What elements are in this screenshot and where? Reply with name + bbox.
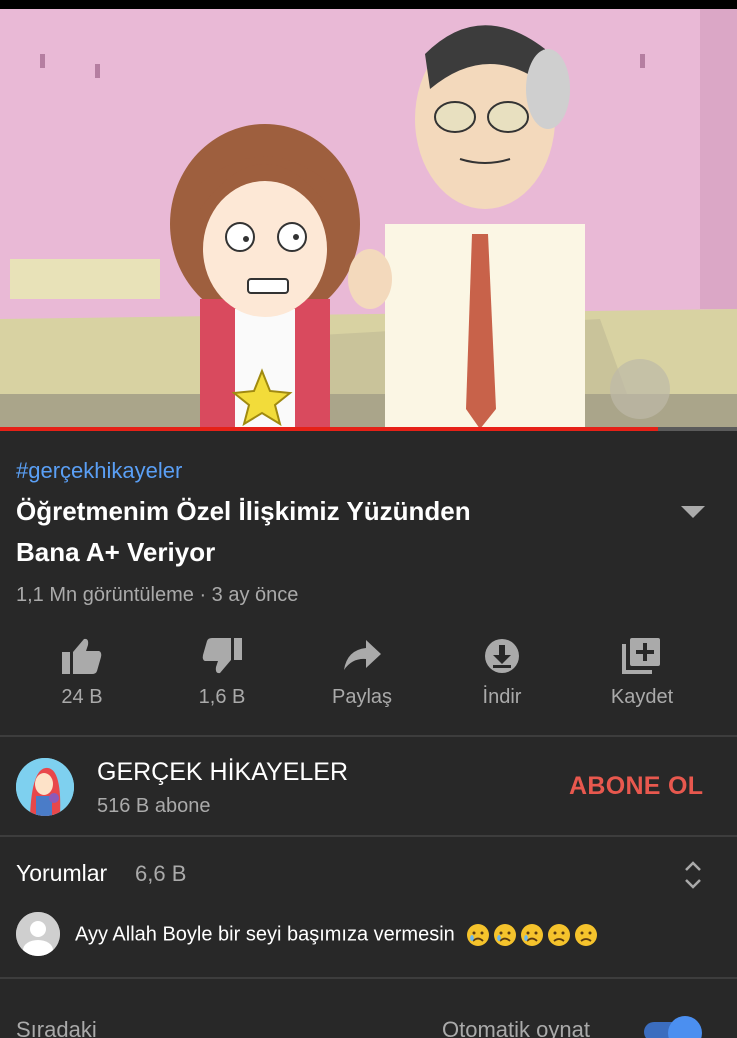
download-button[interactable]: İndir [432, 628, 572, 728]
autoplay-label: Otomatik oynat [442, 1017, 590, 1038]
comments-count: 6,6 B [135, 861, 187, 886]
autoplay-toggle[interactable] [644, 1016, 702, 1038]
frowning-face-icon [575, 924, 598, 946]
divider [0, 977, 737, 979]
emoji-row [466, 923, 598, 947]
divider [0, 835, 737, 837]
share-label: Paylaş [331, 686, 393, 708]
top-comment[interactable]: Ayy Allah Boyle bir seyi başımıza vermes… [75, 923, 598, 947]
share-button[interactable]: Paylaş [292, 628, 432, 728]
expand-collapse-icon[interactable] [681, 858, 705, 892]
commenter-avatar[interactable] [16, 912, 60, 956]
thumbs-up-icon [62, 638, 102, 674]
channel-logo [16, 758, 74, 816]
share-icon [344, 640, 381, 670]
video-title[interactable]: Öğretmenim Özel İlişkimiz Yüzünden Bana … [16, 491, 616, 573]
top-comment-text: Ayy Allah Boyle bir seyi başımıza vermes… [75, 923, 455, 946]
dislike-count: 1,6 B [198, 686, 246, 708]
crying-face-icon [467, 924, 490, 946]
up-next-label: Sıradaki [16, 1017, 97, 1038]
save-label: Kaydet [610, 686, 674, 708]
video-player[interactable] [0, 9, 737, 430]
subscriber-count: 516 B abone [97, 795, 211, 817]
thumbs-down-icon [202, 638, 242, 674]
dislike-button[interactable]: 1,6 B [152, 628, 292, 728]
action-bar: 24 B 1,6 B Paylaş İndir Kaydet [0, 628, 737, 728]
video-progress-bar[interactable] [0, 427, 737, 431]
crying-face-icon [521, 924, 544, 946]
subscribe-button[interactable]: ABONE OL [569, 772, 703, 801]
comments-heading[interactable]: Yorumlar [16, 860, 107, 887]
video-frame [0, 9, 737, 430]
channel-avatar[interactable] [16, 758, 74, 816]
default-user-icon [16, 912, 60, 956]
channel-name[interactable]: GERÇEK HİKAYELER [97, 758, 348, 787]
divider [0, 735, 737, 737]
video-title-line1: Öğretmenim Özel İlişkimiz Yüzünden [16, 496, 471, 526]
autoplay-toggle-knob [668, 1016, 702, 1038]
video-meta: 1,1 Mn görüntüleme · 3 ay önce [16, 584, 299, 606]
top-strip [0, 0, 737, 9]
save-button[interactable]: Kaydet [572, 628, 712, 728]
hashtag-link[interactable]: #gerçekhikayeler [16, 458, 182, 484]
crying-face-icon [494, 924, 517, 946]
watermark-logo [610, 359, 670, 419]
like-count: 24 B [61, 686, 103, 708]
video-progress-fill [0, 427, 659, 431]
video-title-line2: Bana A+ Veriyor [16, 537, 216, 567]
frowning-face-icon [548, 924, 571, 946]
download-icon [485, 639, 519, 673]
download-label: İndir [482, 686, 522, 708]
save-playlist-icon [622, 638, 660, 674]
chevron-down-icon[interactable] [676, 500, 710, 524]
like-button[interactable]: 24 B [12, 628, 152, 728]
